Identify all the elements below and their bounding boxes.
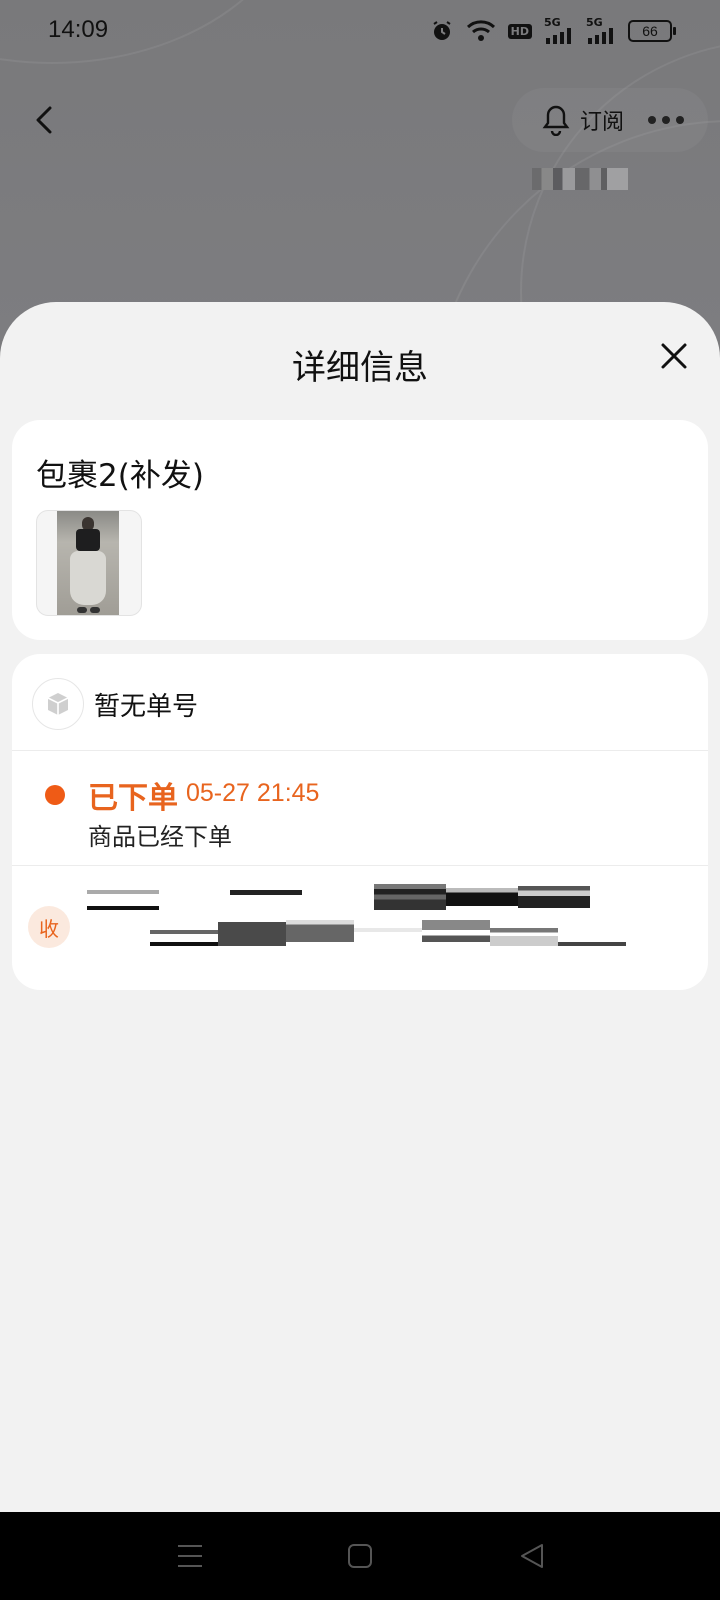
package-box-icon: [32, 678, 84, 730]
subscribe-button[interactable]: 订阅: [542, 104, 624, 136]
status-dot: [45, 785, 65, 805]
tracking-number-row[interactable]: 暂无单号: [12, 654, 708, 751]
signal-icon-1: 5G: [544, 16, 574, 44]
status-description: 商品已经下单: [88, 823, 232, 851]
status-time: 05-27 21:45: [186, 779, 320, 807]
net-label-2: 5G: [586, 16, 603, 29]
signal-icon-2: 5G: [586, 16, 616, 44]
status-row: 已下单 05-27 21:45 商品已经下单: [12, 751, 708, 866]
subscribe-label: 订阅: [580, 110, 625, 135]
tracking-card: 暂无单号 已下单 05-27 21:45 商品已经下单 收: [12, 654, 708, 990]
product-image: [57, 511, 119, 615]
product-thumbnail[interactable]: [36, 510, 142, 616]
menu-nav-button[interactable]: [172, 1538, 208, 1574]
top-actions: 订阅: [512, 88, 708, 152]
close-button[interactable]: [656, 338, 692, 374]
tracking-number: 暂无单号: [94, 692, 199, 722]
status-icons: HD 5G 5G 66: [430, 16, 676, 44]
back-icon: [36, 106, 52, 134]
more-icon[interactable]: [648, 116, 685, 124]
hd-badge: HD: [507, 23, 532, 39]
net-label-1: 5G: [544, 16, 561, 29]
status-label: 已下单: [88, 781, 178, 816]
back-button[interactable]: [24, 96, 64, 144]
status-time: 14:09: [48, 16, 109, 43]
back-nav-button[interactable]: [514, 1538, 550, 1574]
navigation-bar: [0, 1512, 720, 1600]
close-icon: [661, 343, 687, 369]
bell-icon: [542, 105, 570, 136]
home-nav-button[interactable]: [342, 1538, 378, 1574]
home-icon: [348, 1544, 372, 1568]
battery-icon: 66: [628, 20, 676, 42]
recipient-badge: 收: [28, 906, 70, 948]
package-card: 包裹2(补发): [12, 420, 708, 640]
alarm-icon: [430, 19, 454, 43]
package-title: 包裹2(补发): [36, 458, 204, 494]
back-nav-icon: [521, 1544, 543, 1568]
sheet-title: 详细信息: [292, 348, 428, 388]
wifi-icon: [466, 20, 496, 42]
masked-content: [532, 168, 628, 190]
menu-icon: [178, 1545, 202, 1567]
detail-sheet: 详细信息 包裹2(补发) 暂无单号 已下单 05-27 21:45 商品已经下单…: [0, 302, 720, 1512]
status-bar: 14:09 HD 5G 5G 66: [0, 0, 720, 64]
